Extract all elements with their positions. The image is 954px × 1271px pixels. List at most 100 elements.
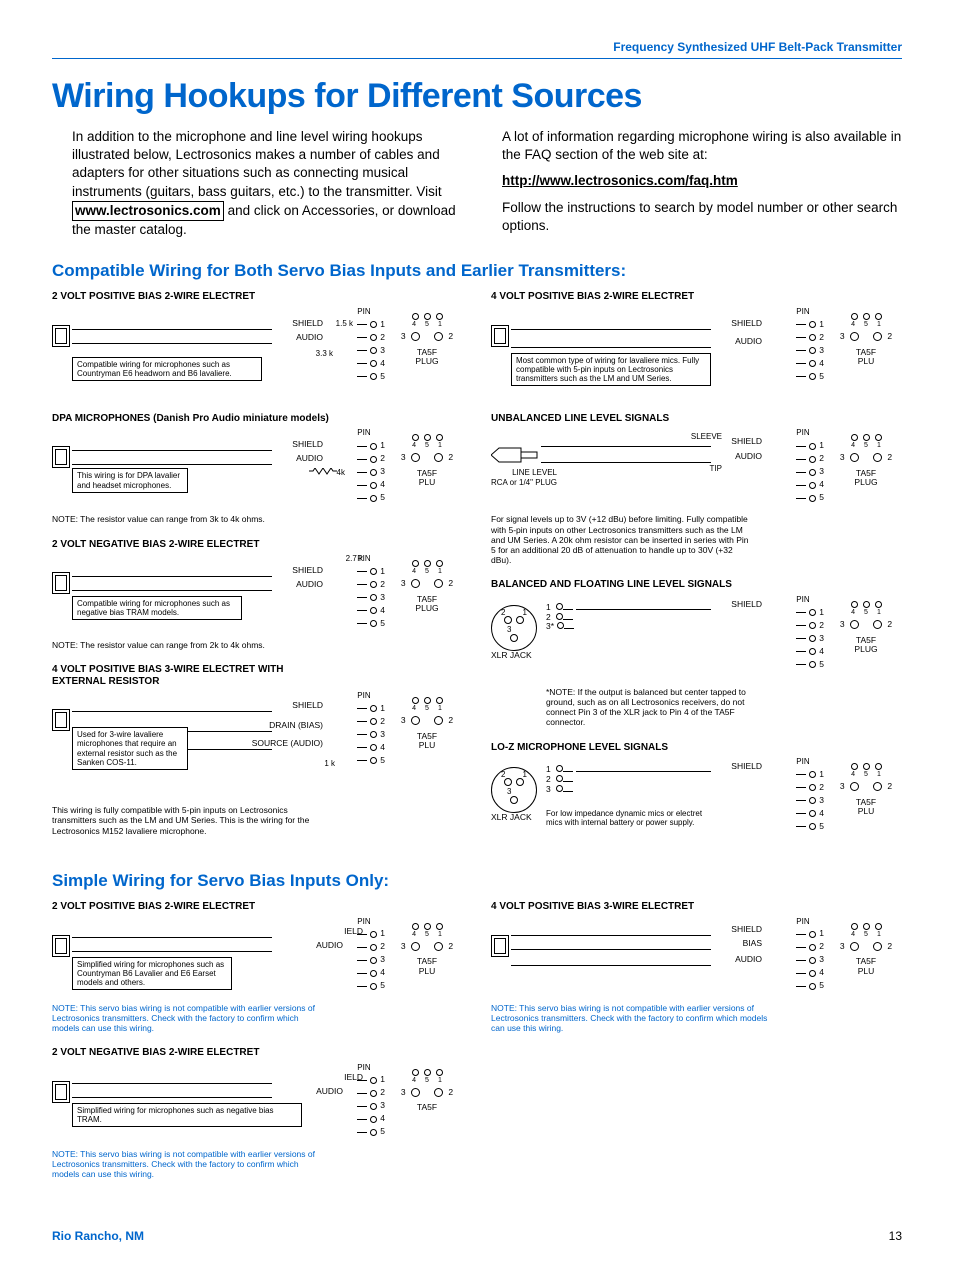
drain-label: DRAIN (BIAS) [269, 721, 323, 731]
shield-label: SHIELD [731, 600, 762, 610]
ta5f-3: 3 [401, 453, 406, 463]
ta5f-1: 1 [877, 609, 881, 617]
ta5f-3: 3 [401, 332, 406, 342]
pin-1: 1 [380, 1075, 385, 1085]
jack-icon [491, 325, 509, 347]
pin-block: PIN 1 2 3 4 5 [357, 554, 385, 630]
pin-block: PIN 1 2 3 4 5 [796, 917, 824, 993]
audio-label: AUDIO [296, 580, 323, 590]
pin-1: 1 [819, 608, 824, 618]
pin-4: 4 [380, 480, 385, 490]
pin-3: 3 [819, 955, 824, 965]
audio-label: AUDIO [296, 333, 323, 343]
pin-block: PIN 1 2 3 4 5 [357, 428, 385, 504]
diagram-4v-3wire-ext: 4 VOLT POSITIVE BIAS 3-WIRE ELECTRET WIT… [52, 664, 463, 836]
ta5f-text: TA5F [391, 1103, 463, 1112]
pin-block: PIN 1 2 3 4 5 [357, 917, 385, 993]
ta5f-4: 4 [851, 442, 855, 450]
diagram-simple-2v-pos: 2 VOLT POSITIVE BIAS 2-WIRE ELECTRET Sim… [52, 901, 463, 1033]
pin-2: 2 [380, 1088, 385, 1098]
pin-4: 4 [380, 606, 385, 616]
ta5f-plug: 451 3 2 TA5F PLU [391, 434, 463, 488]
pin-1: 1 [380, 929, 385, 939]
pin-header: PIN [796, 757, 824, 766]
pin-2: 2 [819, 942, 824, 952]
shield-label: SHIELD [292, 319, 323, 329]
shield-label: SHIELD [731, 762, 762, 772]
d5-title: 4 VOLT POSITIVE BIAS 2-WIRE ELECTRET [491, 291, 902, 303]
pin-3: 3 [380, 1101, 385, 1111]
pin-5: 5 [819, 493, 824, 503]
pin-5: 5 [380, 1127, 385, 1137]
d2-title: DPA MICROPHONES (Danish Pro Audio miniat… [52, 413, 463, 425]
pin-3: 3 [380, 346, 385, 356]
pin-4: 4 [819, 809, 824, 819]
pin-1: 1 [819, 770, 824, 780]
ta5f-2: 2 [448, 579, 453, 589]
compatible-diagrams: 2 VOLT POSITIVE BIAS 2-WIRE ELECTRET Com… [52, 291, 902, 849]
ta5f-4: 4 [412, 931, 416, 939]
ta5f-plug: 451 3 2 TA5F PLU [830, 313, 902, 367]
audio-label: AUDIO [296, 454, 323, 464]
page-footer: Rio Rancho, NM 13 [0, 1209, 954, 1271]
r-3p3k: 3.3 k [316, 349, 333, 358]
diagram-4v-2wire: 4 VOLT POSITIVE BIAS 2-WIRE ELECTRET Mos… [491, 291, 902, 399]
pin-2: 2 [819, 783, 824, 793]
pin-3: 3 [380, 593, 385, 603]
r-1k: 1 k [324, 759, 335, 768]
ta5f-4: 4 [851, 931, 855, 939]
diagram-loz-mic: LO-Z MICROPHONE LEVEL SIGNALS 2 1 3 XLR … [491, 742, 902, 850]
pin-3: 3 [819, 467, 824, 477]
ta5f-5: 5 [425, 705, 429, 713]
pin-3: 3 [819, 346, 824, 356]
ta5f-text: TA5F PLU [830, 798, 902, 817]
jack-icon [52, 325, 70, 347]
pin-block: PIN 1 2 3 4 5 [357, 1063, 385, 1139]
ta5f-1: 1 [438, 568, 442, 576]
pin-1: 1 [380, 704, 385, 714]
pin-header: PIN [796, 917, 824, 926]
rca-label: LINE LEVEL RCA or 1/4" PLUG [491, 468, 557, 486]
intro-text-1: In addition to the microphone and line l… [72, 129, 442, 199]
ta5f-plug: 451 3 2 TA5F PLUG [391, 560, 463, 614]
ta5f-1: 1 [438, 1077, 442, 1085]
ta5f-3: 3 [840, 620, 845, 630]
pin-5: 5 [819, 660, 824, 670]
link-lectrosonics[interactable]: www.lectrosonics.com [72, 201, 224, 221]
pin-4: 4 [819, 647, 824, 657]
intro-left: In addition to the microphone and line l… [72, 128, 472, 239]
s2-title: 2 VOLT NEGATIVE BIAS 2-WIRE ELECTRET [52, 1047, 463, 1059]
ta5f-plug: 451 3 2 TA5F PLU [391, 923, 463, 977]
pin-4: 4 [380, 1114, 385, 1124]
ta5f-2: 2 [448, 453, 453, 463]
ta5f-3: 3 [401, 1088, 406, 1098]
ta5f-plug: 451 3 2 TA5F PLU [830, 923, 902, 977]
pin-header: PIN [357, 691, 385, 700]
ta5f-plug: 451 3 2 TA5F PLUG [391, 313, 463, 367]
ta5f-text: TA5F PLU [391, 957, 463, 976]
link-faq[interactable]: http://www.lectrosonics.com/faq.htm [502, 173, 738, 188]
audio-label: AUDIO [316, 941, 343, 951]
pin-4: 4 [819, 480, 824, 490]
ta5f-3: 3 [401, 942, 406, 952]
ta5f-4: 4 [412, 705, 416, 713]
diagram-balanced-line: BALANCED AND FLOATING LINE LEVEL SIGNALS… [491, 579, 902, 727]
ta5f-3: 3 [840, 782, 845, 792]
diagram-unbalanced-line: UNBALANCED LINE LEVEL SIGNALS LINE LEVEL… [491, 413, 902, 565]
d3-title: 2 VOLT NEGATIVE BIAS 2-WIRE ELECTRET [52, 539, 463, 551]
d3-caption-box: Compatible wiring for microphones such a… [72, 596, 242, 620]
d7-title: BALANCED AND FLOATING LINE LEVEL SIGNALS [491, 579, 902, 591]
d6-caption: For signal levels up to 3V (+12 dBu) bef… [491, 514, 751, 565]
pin-1: 1 [380, 567, 385, 577]
ta5f-text: TA5F PLUG [830, 469, 902, 488]
d3-note: NOTE: The resistor value can range from … [52, 640, 463, 650]
d8-title: LO-Z MICROPHONE LEVEL SIGNALS [491, 742, 902, 754]
section-compatible: Compatible Wiring for Both Servo Bias In… [52, 261, 902, 281]
ta5f-1: 1 [877, 321, 881, 329]
simple-right: 4 VOLT POSITIVE BIAS 3-WIRE ELECTRET SHI… [491, 901, 902, 1179]
pin-header: PIN [357, 917, 385, 926]
pin-5: 5 [380, 981, 385, 991]
source-label: SOURCE (AUDIO) [252, 739, 323, 749]
pin-2: 2 [819, 621, 824, 631]
ta5f-text: TA5F PLUG [391, 348, 463, 367]
